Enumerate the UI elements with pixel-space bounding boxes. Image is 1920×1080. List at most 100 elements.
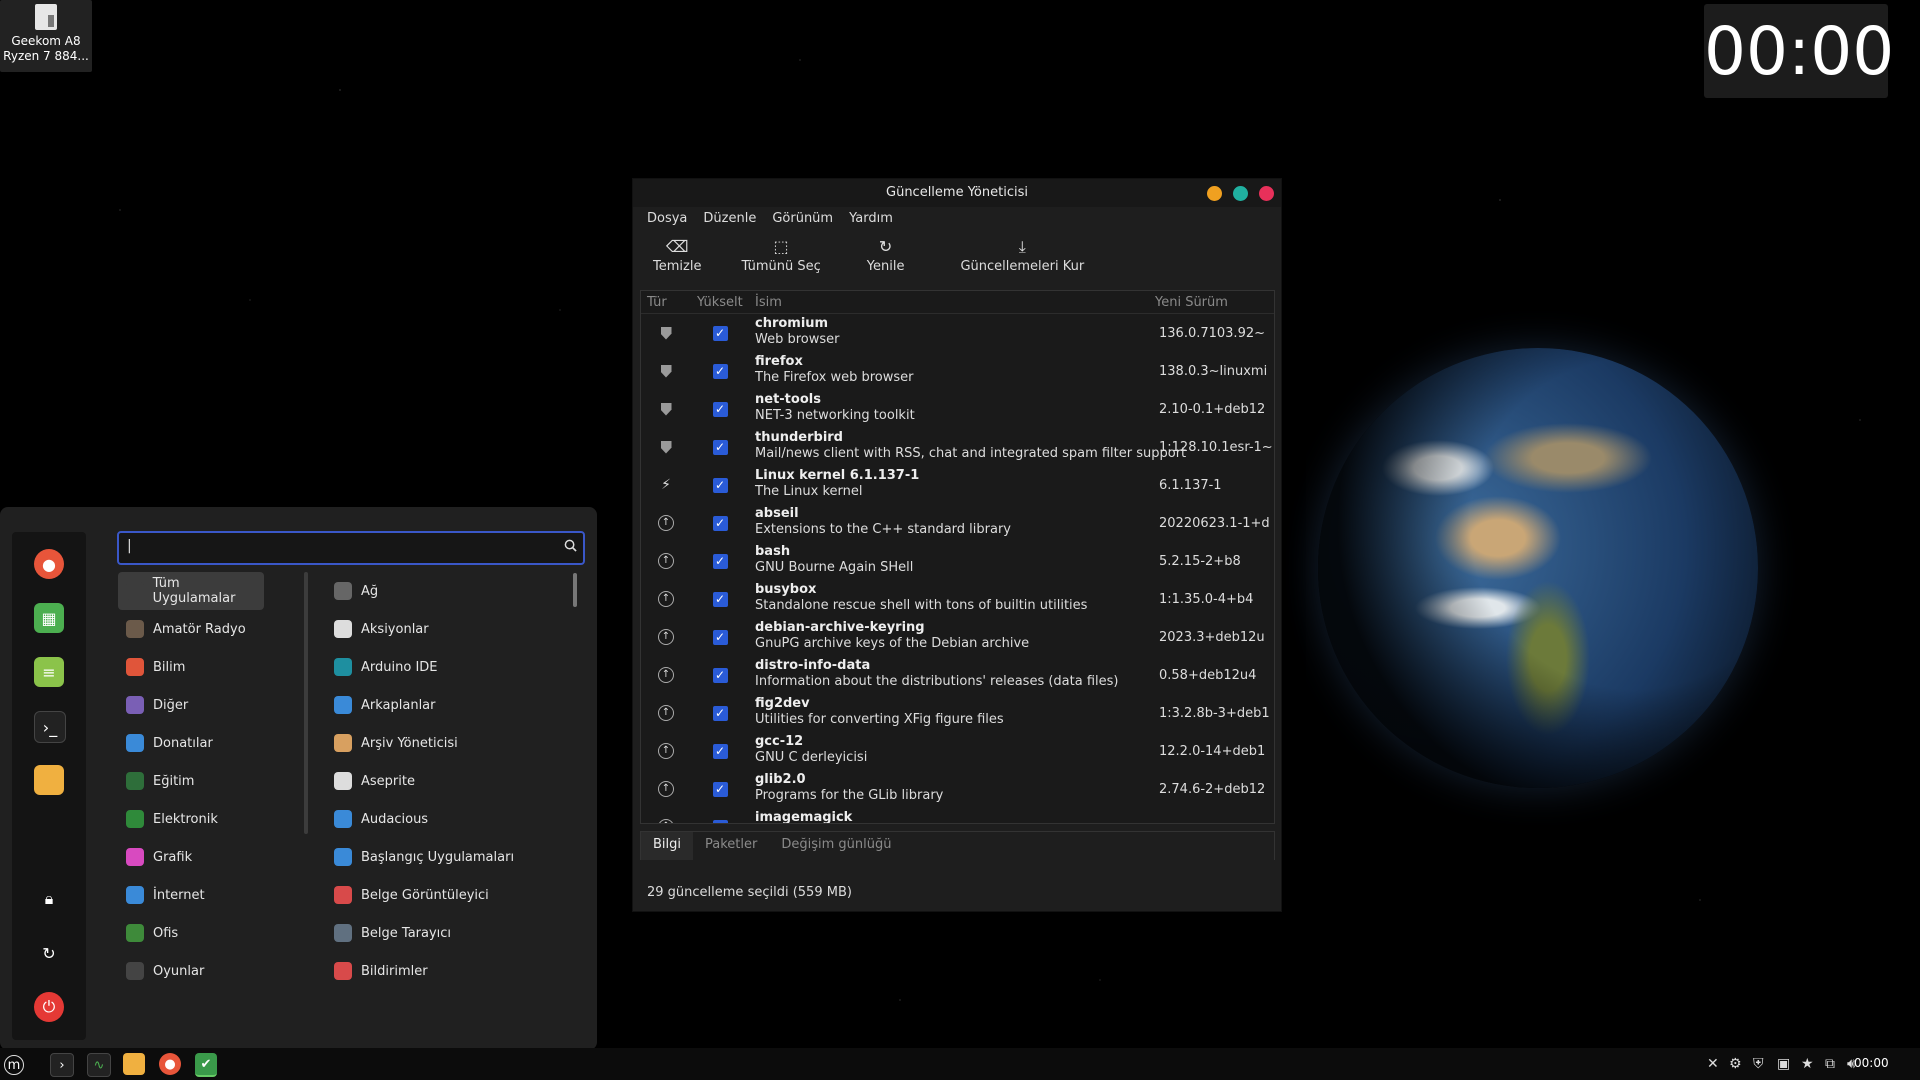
update-row[interactable]: ↑ ✓ gcc-12 GNU C derleyicisi 12.2.0-14+deb1	[641, 732, 1274, 770]
category-item[interactable]: Elektronik	[118, 800, 298, 838]
update-row[interactable]: ↑ ✓ abseil Extensions to the C++ standard l…	[641, 504, 1274, 542]
upgrade-checkbox[interactable]: ✓	[712, 705, 728, 721]
select-all-button[interactable]: ⬚ Tümünü Seç	[713, 231, 832, 274]
folder-icon[interactable]	[34, 765, 64, 795]
tray-shield-icon[interactable]: ⛨	[1753, 1056, 1764, 1072]
tray-clock[interactable]: 00:00	[1854, 1056, 1889, 1070]
update-row[interactable]: ⚡︎ ✓ Linux kernel 6.1.137-1 The Linux kerne…	[641, 466, 1274, 504]
category-item[interactable]: Oyunlar	[118, 952, 298, 990]
maximize-button[interactable]	[1233, 186, 1248, 201]
select-all-label: Tümünü Seç	[741, 259, 821, 274]
category-item[interactable]: Ofis	[118, 914, 298, 952]
logout-icon[interactable]: ↻	[34, 938, 64, 968]
taskbar-system-monitor-icon[interactable]: ∿	[87, 1053, 111, 1077]
desktop-icon-geekom[interactable]: Geekom A8 Ryzen 7 884...	[0, 0, 92, 72]
application-item[interactable]: Audacious	[334, 800, 564, 838]
tab-changelog[interactable]: Değişim günlüğü	[769, 832, 903, 860]
taskbar-update-manager-icon[interactable]: ✔	[195, 1053, 217, 1077]
tray-star-icon[interactable]: ★	[1801, 1056, 1814, 1072]
column-new-version[interactable]: Yeni Sürüm	[1149, 291, 1228, 313]
minimize-button[interactable]	[1207, 186, 1222, 201]
app-list-scrollbar[interactable]	[573, 573, 577, 607]
tray-settings-icon[interactable]: ⚙	[1729, 1056, 1742, 1072]
upgrade-checkbox[interactable]: ✓	[712, 629, 728, 645]
update-row[interactable]: ↑ ✓ debian-archive-keyring GnuPG archive ke…	[641, 618, 1274, 656]
application-item[interactable]: Belge Görüntüleyici	[334, 876, 564, 914]
package-name-cell: bash GNU Bourne Again SHell	[749, 542, 1155, 580]
taskbar-folder-icon[interactable]	[123, 1053, 145, 1075]
update-row[interactable]: ↑ ✓ imagemagick	[641, 808, 1274, 823]
refresh-button[interactable]: ↻ Yenile	[833, 231, 917, 274]
menu-file[interactable]: Dosya	[639, 207, 695, 231]
power-icon[interactable]: ⏻	[34, 992, 64, 1022]
upgrade-checkbox[interactable]: ✓	[712, 401, 728, 417]
category-item[interactable]: Donatılar	[118, 724, 298, 762]
updates-list[interactable]: Tür Yükselt İsim Yeni Sürüm ✓ chromium Web…	[640, 290, 1275, 824]
application-item[interactable]: Arkaplanlar	[334, 686, 564, 724]
upgrade-checkbox[interactable]: ✓	[712, 477, 728, 493]
application-item[interactable]: Bildirimler	[334, 952, 564, 990]
column-name[interactable]: İsim	[749, 291, 1149, 313]
search-input[interactable]: |	[117, 531, 585, 565]
category-item[interactable]: Bilim	[118, 648, 298, 686]
window-titlebar[interactable]: Güncelleme Yöneticisi	[633, 179, 1281, 207]
menu-help[interactable]: Yardım	[841, 207, 901, 231]
upgrade-checkbox[interactable]: ✓	[712, 515, 728, 531]
upgrade-checkbox[interactable]: ✓	[712, 667, 728, 683]
application-item[interactable]: Arduino IDE	[334, 648, 564, 686]
settings-toggle-icon[interactable]: ≡	[34, 657, 64, 687]
upgrade-checkbox[interactable]: ✓	[712, 743, 728, 759]
tray-close-icon[interactable]: ✕	[1707, 1056, 1719, 1072]
application-label: Aksiyonlar	[361, 621, 429, 637]
column-type[interactable]: Tür	[641, 291, 691, 313]
column-upgrade[interactable]: Yükselt	[691, 291, 749, 313]
taskbar-firefox-icon[interactable]: ●	[159, 1053, 181, 1075]
upgrade-checkbox[interactable]: ✓	[712, 591, 728, 607]
category-item[interactable]: Eğitim	[118, 762, 298, 800]
application-item[interactable]: Aseprite	[334, 762, 564, 800]
application-item[interactable]: Ağ	[334, 572, 564, 610]
application-item[interactable]: Başlangıç Uygulamaları	[334, 838, 564, 876]
upgrade-checkbox[interactable]: ✓	[712, 439, 728, 455]
category-item[interactable]: İnternet	[118, 876, 298, 914]
update-row[interactable]: ↑ ✓ fig2dev Utilities for converting XFig f…	[641, 694, 1274, 732]
terminal-icon[interactable]: ›_	[34, 711, 66, 743]
tab-packages[interactable]: Paketler	[693, 832, 769, 860]
category-item[interactable]: Amatör Radyo	[118, 610, 298, 648]
calculator-icon[interactable]: ▦	[34, 603, 64, 633]
update-row[interactable]: ✓ firefox The Firefox web browser 138.0.3~l…	[641, 352, 1274, 390]
update-row[interactable]: ↑ ✓ busybox Standalone rescue shell with to…	[641, 580, 1274, 618]
update-row[interactable]: ✓ thunderbird Mail/news client with RSS, c…	[641, 428, 1274, 466]
update-row[interactable]: ✓ chromium Web browser 136.0.7103.92~	[641, 314, 1274, 352]
category-item[interactable]: Tüm Uygulamalar	[118, 572, 264, 610]
upgrade-checkbox[interactable]: ✓	[712, 363, 728, 379]
viewer-icon	[334, 886, 352, 904]
upgrade-checkbox[interactable]: ✓	[712, 553, 728, 569]
application-item[interactable]: Arşiv Yöneticisi	[334, 724, 564, 762]
taskbar-terminal-icon[interactable]: ›	[50, 1053, 74, 1077]
application-item[interactable]: Belge Tarayıcı	[334, 914, 564, 952]
application-item[interactable]: Aksiyonlar	[334, 610, 564, 648]
firefox-icon[interactable]: ●	[34, 549, 64, 579]
category-item[interactable]: Diğer	[118, 686, 298, 724]
upgrade-checkbox[interactable]: ✓	[712, 781, 728, 797]
tab-info[interactable]: Bilgi	[641, 832, 694, 860]
tray-clipboard-icon[interactable]: ▣	[1777, 1056, 1790, 1072]
package-name-cell: firefox The Firefox web browser	[749, 352, 1155, 390]
close-button[interactable]	[1259, 186, 1274, 201]
update-row[interactable]: ↑ ✓ distro-info-data Information about the …	[641, 656, 1274, 694]
upgrade-checkbox[interactable]: ✓	[712, 819, 728, 823]
menu-view[interactable]: Görünüm	[764, 207, 841, 231]
menu-edit[interactable]: Düzenle	[695, 207, 764, 231]
clear-button[interactable]: ⌫ Temizle	[641, 231, 713, 274]
lock-icon[interactable]: 🔒︎	[34, 884, 64, 914]
update-row[interactable]: ↑ ✓ glib2.0 Programs for the GLib library 2.…	[641, 770, 1274, 808]
menu-launcher-icon[interactable]: m	[4, 1055, 24, 1075]
tray-network-icon[interactable]: ⧉	[1825, 1056, 1835, 1072]
upgrade-checkbox[interactable]: ✓	[712, 325, 728, 341]
window-title: Güncelleme Yöneticisi	[886, 185, 1028, 200]
category-item[interactable]: Grafik	[118, 838, 298, 876]
update-row[interactable]: ✓ net-tools NET-3 networking toolkit 2.10-0…	[641, 390, 1274, 428]
update-row[interactable]: ↑ ✓ bash GNU Bourne Again SHell 5.2.15-2+b8	[641, 542, 1274, 580]
install-updates-button[interactable]: ⤓ Güncellemeleri Kur	[916, 231, 1096, 274]
